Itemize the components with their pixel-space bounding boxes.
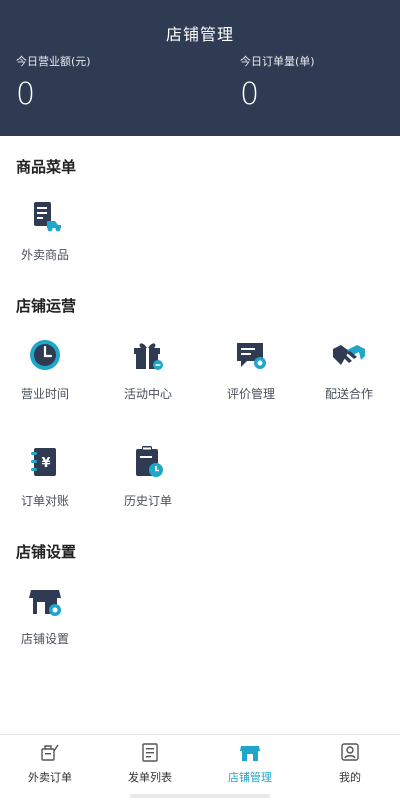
menu-item-label: 外卖商品	[20, 248, 69, 262]
menu-item-label: 营业时间	[20, 387, 69, 401]
menu-item-review-management[interactable]: 评价管理	[211, 335, 291, 402]
tab-profile[interactable]: 我的	[300, 741, 400, 785]
gift-icon	[128, 335, 168, 375]
section-title-operations: 店铺运营	[16, 297, 77, 315]
menu-item-activity-center[interactable]: 活动中心	[108, 335, 188, 402]
svg-text:¥: ¥	[41, 456, 50, 471]
takeout-goods-icon	[25, 196, 65, 236]
tab-label: 外卖订单	[28, 771, 72, 784]
tab-label: 发单列表	[128, 771, 172, 784]
page-title: 店铺管理	[165, 25, 234, 44]
revenue-value: 0	[16, 77, 36, 112]
orders-stat: 今日订单量(单) 0	[240, 53, 315, 112]
menu-item-takeout-goods[interactable]: 外卖商品	[5, 196, 85, 263]
section-title-settings: 店铺设置	[16, 543, 77, 561]
home-indicator	[130, 794, 270, 798]
bottom-tab-bar: 外卖订单 发单列表 店铺管理 我的	[0, 734, 400, 800]
tab-takeout-orders[interactable]: 外卖订单	[0, 741, 100, 785]
handshake-icon	[329, 335, 369, 375]
menu-item-label: 配送合作	[324, 387, 373, 401]
tab-label: 我的	[339, 771, 361, 784]
tab-dispatch-list[interactable]: 发单列表	[100, 741, 200, 785]
orders-value: 0	[240, 77, 260, 112]
menu-item-order-reconciliation[interactable]: ¥ 订单对账	[5, 442, 85, 509]
revenue-stat: 今日营业额(元) 0	[16, 53, 91, 112]
shop-icon	[239, 741, 261, 763]
menu-item-label: 订单对账	[20, 494, 69, 508]
menu-item-delivery-partnership[interactable]: 配送合作	[309, 335, 389, 402]
tab-label: 店铺管理	[228, 771, 272, 784]
clock-icon	[25, 335, 65, 375]
section-title-goods: 商品菜单	[16, 158, 77, 176]
dispatch-list-icon	[139, 741, 161, 763]
menu-item-history-orders[interactable]: 历史订单	[108, 442, 188, 509]
store-header: 店铺管理 今日营业额(元) 0 今日订单量(单) 0	[0, 0, 400, 136]
menu-item-business-hours[interactable]: 营业时间	[5, 335, 85, 402]
menu-item-label: 历史订单	[123, 494, 172, 508]
review-icon	[231, 335, 271, 375]
takeout-order-icon	[39, 741, 61, 763]
menu-item-store-settings[interactable]: 店铺设置	[5, 580, 85, 647]
menu-item-label: 活动中心	[123, 387, 172, 401]
orders-label: 今日订单量(单)	[240, 55, 315, 68]
tab-store-management[interactable]: 店铺管理	[200, 741, 300, 785]
ledger-icon: ¥	[25, 442, 65, 482]
menu-item-label: 评价管理	[226, 387, 275, 401]
history-order-icon	[128, 442, 168, 482]
revenue-label: 今日营业额(元)	[16, 55, 91, 68]
profile-icon	[339, 741, 361, 763]
shop-settings-icon	[25, 580, 65, 620]
menu-item-label: 店铺设置	[20, 632, 69, 646]
